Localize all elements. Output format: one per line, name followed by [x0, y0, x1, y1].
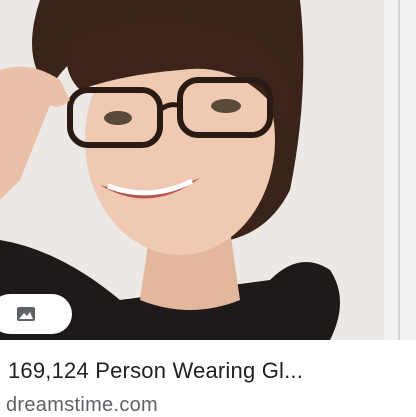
result-source[interactable]: dreamstime.com [6, 394, 158, 417]
result-thumbnail[interactable] [0, 0, 384, 340]
image-icon [16, 306, 36, 322]
adjacent-result-edge [384, 0, 416, 340]
image-result-card[interactable]: 169,124 Person Wearing Gl... dreamstime.… [0, 0, 416, 416]
woman-with-glasses-photo [0, 0, 384, 340]
image-type-badge [0, 294, 72, 334]
result-title[interactable]: 169,124 Person Wearing Gl... [8, 358, 408, 384]
rail-divider [398, 0, 400, 340]
